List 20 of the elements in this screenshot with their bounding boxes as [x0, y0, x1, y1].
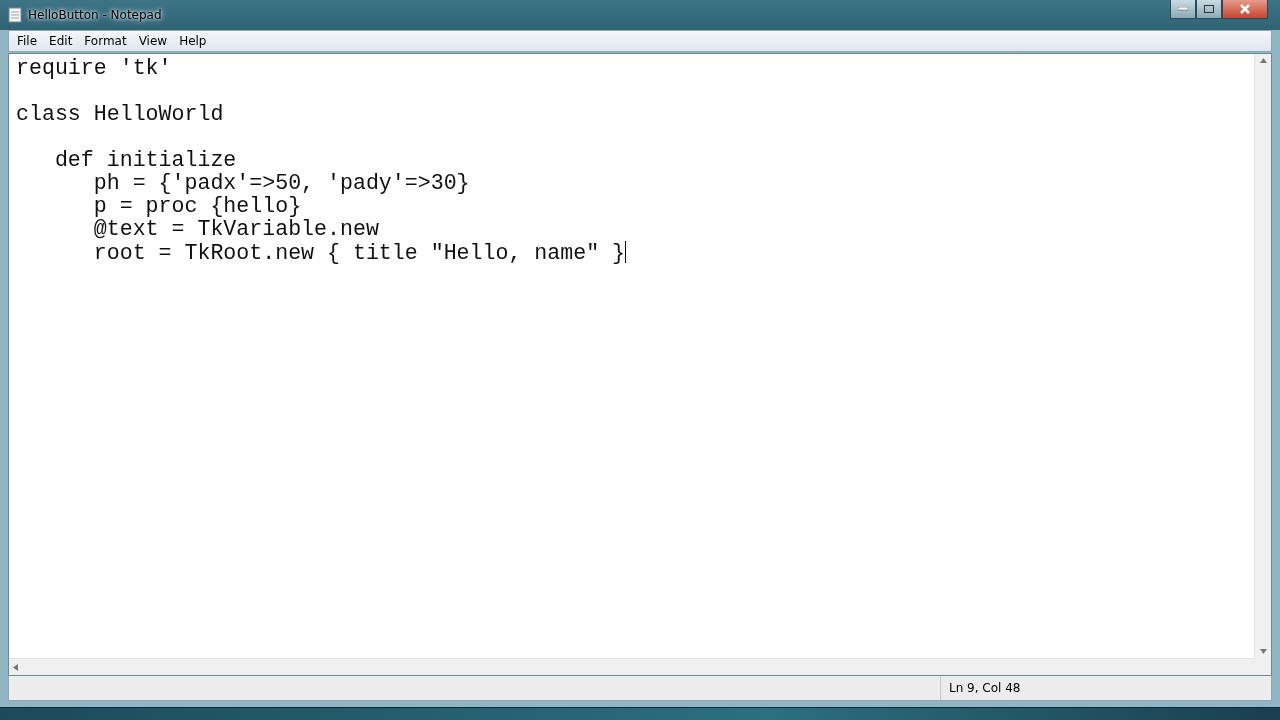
menu-item[interactable]: Edit	[43, 34, 79, 48]
menu-item[interactable]: View	[132, 34, 174, 48]
cursor-position: Ln 9, Col 48	[940, 676, 1271, 700]
maximize-icon	[1204, 5, 1214, 13]
close-button[interactable]	[1222, 0, 1268, 19]
text-caret	[625, 241, 627, 263]
window-title: HelloButton - Notepad	[28, 8, 162, 22]
menu-item[interactable]: File	[11, 34, 44, 48]
scroll-down-icon[interactable]	[1259, 649, 1267, 654]
minimize-icon	[1178, 7, 1188, 11]
maximize-button[interactable]	[1196, 0, 1222, 19]
horizontal-scrollbar[interactable]	[9, 658, 1254, 675]
scroll-left-icon[interactable]	[13, 663, 18, 671]
vertical-scrollbar[interactable]	[1254, 54, 1271, 658]
menu-item[interactable]: Help	[173, 34, 213, 48]
close-icon	[1239, 4, 1251, 14]
minimize-button[interactable]	[1170, 0, 1196, 19]
scroll-up-icon[interactable]	[1259, 58, 1267, 63]
menu-item[interactable]: Format	[78, 34, 133, 48]
notepad-icon	[8, 7, 22, 23]
